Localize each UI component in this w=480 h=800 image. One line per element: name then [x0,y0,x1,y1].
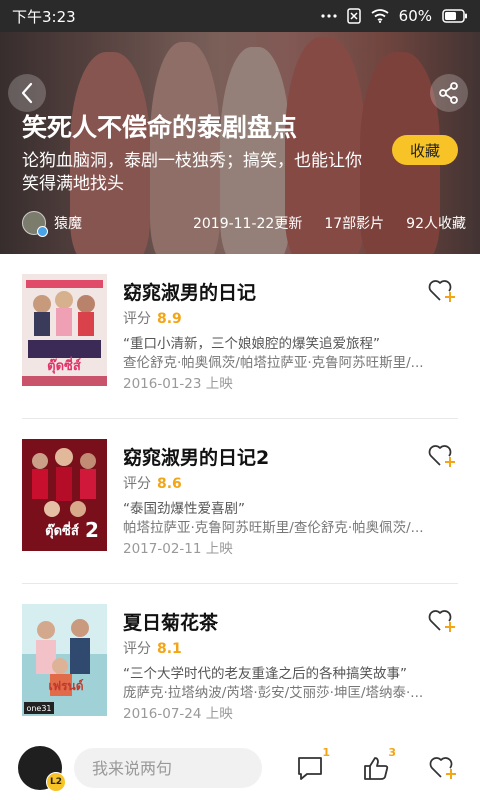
svg-text:2: 2 [85,518,99,542]
list-item[interactable]: ตุ๊ดซี่ส์ 窈窕淑男的日记 评分 8.9 “重口小清新，三个娘娘腔的爆笑追… [0,254,480,419]
comment-count: 1 [322,746,330,759]
release-date: 2017-02-11 上映 [123,541,233,557]
svg-text:ตุ๊ดซี่ส์: ตุ๊ดซี่ส์ [47,356,81,374]
release-date: 2016-01-23 上映 [123,376,233,392]
movie-title[interactable]: 夏日菊花茶 [123,608,218,635]
movie-rating: 评分 8.1 [123,638,182,658]
add-favorite-button[interactable] [428,278,458,304]
back-button[interactable] [8,74,46,112]
user-avatar[interactable]: L2 [18,746,66,792]
user-level-badge: L2 [46,772,66,792]
page-title: 笑死人不偿命的泰剧盘点 [22,113,298,142]
battery-icon [442,9,468,23]
svg-text:ตุ๊ดซี่ส์: ตุ๊ดซี่ส์ [45,521,79,539]
list-item[interactable]: เฟรนด์ one31 夏日菊花茶 评分 8.1 “三个大学时代的老友重逢之后的… [0,584,480,749]
comment-button[interactable]: 1 [292,746,330,786]
favorite-button[interactable]: 收藏 [392,135,458,165]
author-name[interactable]: 猿魔 [54,213,171,233]
bottom-action-bar: L2 1 3 [0,736,480,800]
rating-score: 8.9 [157,311,182,327]
comment-icon [298,757,322,780]
svg-text:one31: one31 [26,704,51,713]
rating-label: 评分 [123,641,151,657]
collection-meta: 猿魔 2019-11-22更新 17部影片 92人收藏 [22,210,466,237]
sim-off-icon [346,8,361,24]
heart-plus-icon [429,757,456,779]
movie-poster[interactable]: ตุ๊ดซี่ส์ [22,274,107,386]
movie-title[interactable]: 窈窕淑男的日记2 [123,443,269,470]
movie-rating: 评分 8.9 [123,308,182,328]
share-icon [439,82,458,104]
add-favorite-button[interactable] [428,443,458,469]
chevron-left-icon [21,82,33,104]
status-time: 下午3:23 [12,7,76,26]
like-count: 3 [388,746,396,759]
heart-plus-icon [428,280,455,302]
more-dots-icon [321,14,337,18]
movie-poster[interactable]: ตุ๊ดซี่ส์ 2 [22,439,107,551]
list-item[interactable]: ตุ๊ดซี่ส์ 2 窈窕淑男的日记2 评分 8.6 “泰国劲爆性爱喜剧” 帕塔… [0,419,480,584]
movie-title[interactable]: 窈窕淑男的日记 [123,278,256,305]
movie-quote: “重口小清新，三个娘娘腔的爆笑追爱旅程” [123,336,380,352]
rating-score: 8.6 [157,476,182,492]
collect-count: 92人收藏 [406,216,466,232]
comment-input[interactable] [74,748,262,788]
updated-date: 2019-11-22更新 [192,216,303,232]
rating-label: 评分 [123,476,151,492]
collection-hero: 笑死人不偿命的泰剧盘点 论狗血脑洞，泰剧一枝独秀；搞笑，也能让你笑得满地找头 收… [0,32,480,254]
author-avatar[interactable] [22,211,48,237]
heart-plus-icon [428,610,455,632]
movie-list: ตุ๊ดซี่ส์ 窈窕淑男的日记 评分 8.9 “重口小清新，三个娘娘腔的爆笑追… [0,254,480,749]
heart-plus-icon [428,445,455,467]
svg-text:เฟรนด์: เฟรนด์ [48,679,83,693]
movie-cast: 查伦舒克·帕奥佩茨/帕塔拉萨亚·克鲁阿苏旺斯里/... [123,355,424,371]
thumbs-up-icon [364,757,389,780]
like-button[interactable]: 3 [358,746,396,786]
battery-percent: 60% [398,7,432,25]
add-favorite-button[interactable] [428,608,458,634]
rating-score: 8.1 [157,641,182,657]
movie-quote: “泰国劲爆性爱喜剧” [123,501,245,517]
share-button[interactable] [430,74,468,112]
movie-cast: 庞萨克·拉塔纳波/芮塔·彭安/艾丽莎·坤匡/塔纳泰·... [123,685,424,701]
movie-rating: 评分 8.6 [123,473,182,493]
film-count: 17部影片 [324,216,385,232]
movie-quote: “三个大学时代的老友重逢之后的各种搞笑故事” [123,666,407,682]
wifi-icon [371,9,389,23]
status-bar: 下午3:23 60% [0,0,480,32]
movie-poster[interactable]: เฟรนด์ one31 [22,604,107,716]
release-date: 2016-07-24 上映 [123,706,233,722]
movie-cast: 帕塔拉萨亚·克鲁阿苏旺斯里/查伦舒克·帕奥佩茨/... [123,520,424,536]
rating-label: 评分 [123,311,151,327]
collect-button[interactable] [426,750,462,786]
verified-badge-icon [37,226,48,237]
collection-description: 论狗血脑洞，泰剧一枝独秀；搞笑，也能让你笑得满地找头 [22,151,362,194]
